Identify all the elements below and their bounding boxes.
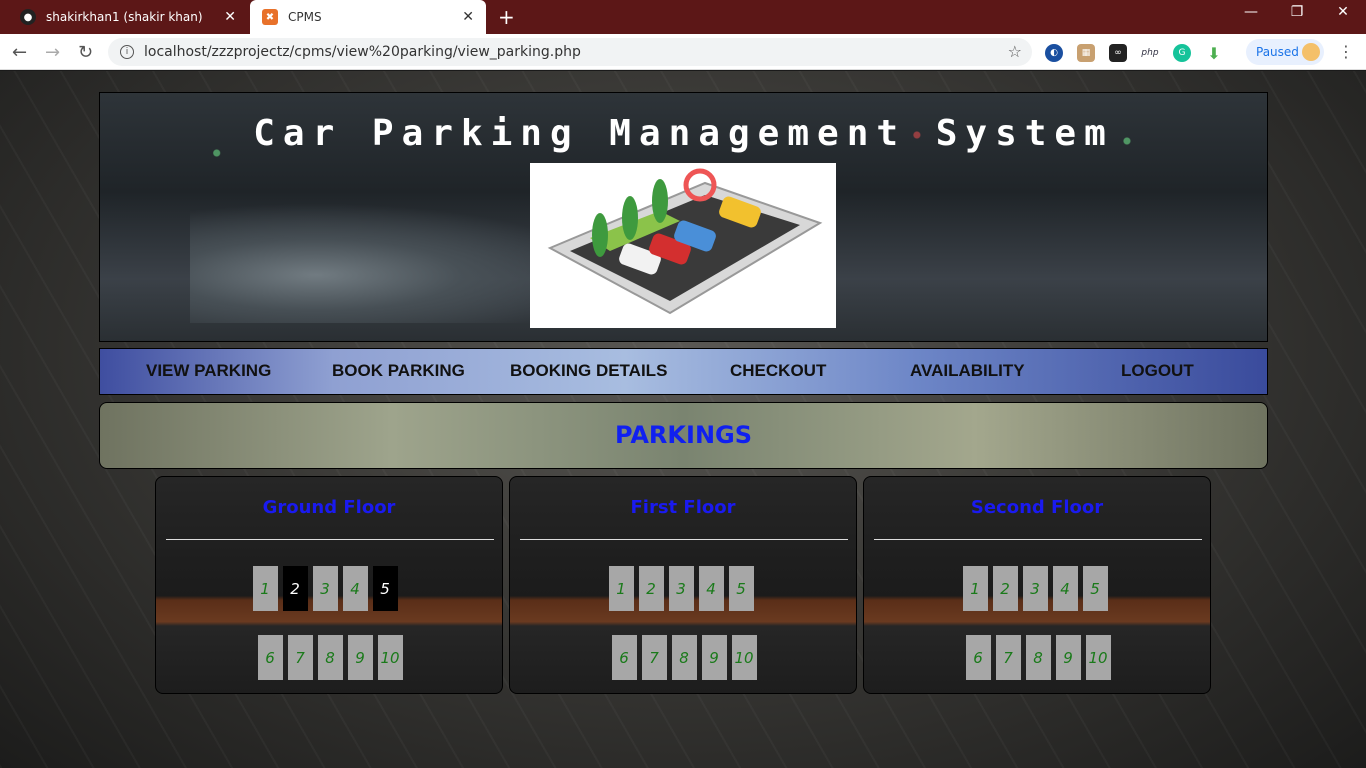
xampp-icon: ✖ bbox=[262, 9, 278, 25]
grammarly-icon[interactable]: G bbox=[1173, 44, 1191, 62]
parking-slot[interactable]: 1 bbox=[252, 566, 278, 611]
parking-slot[interactable]: 9 bbox=[701, 635, 727, 680]
extension-icon[interactable]: ▦ bbox=[1077, 44, 1095, 62]
slot-row: 1 2 3 4 5 bbox=[510, 566, 856, 611]
parking-slot[interactable]: 1 bbox=[962, 566, 988, 611]
parking-slot[interactable]: 10 bbox=[377, 635, 403, 680]
site-title: Car Parking Management System bbox=[253, 113, 1114, 154]
nav-availability[interactable]: AVAILABILITY bbox=[910, 361, 1025, 381]
parking-logo-image bbox=[530, 163, 836, 328]
parking-slot[interactable]: 3 bbox=[1022, 566, 1048, 611]
extension-icon[interactable]: ◐ bbox=[1045, 44, 1063, 62]
address-bar-row: ← → ↻ i localhost/zzzprojectz/cpms/view%… bbox=[0, 34, 1366, 70]
reload-icon[interactable]: ↻ bbox=[78, 42, 93, 63]
parking-slot[interactable]: 3 bbox=[312, 566, 338, 611]
profile-button[interactable]: Paused bbox=[1246, 39, 1324, 65]
parking-slot[interactable]: 1 bbox=[608, 566, 634, 611]
parking-slot[interactable]: 8 bbox=[671, 635, 697, 680]
avatar bbox=[1302, 43, 1320, 61]
close-tab-icon[interactable]: ✕ bbox=[462, 9, 474, 25]
floor-panel-first: First Floor 1 2 3 4 5 6 7 8 9 10 bbox=[509, 476, 857, 694]
slot-row: 6 7 8 9 10 bbox=[156, 635, 502, 680]
parking-slot[interactable]: 4 bbox=[1052, 566, 1078, 611]
parking-slot[interactable]: 9 bbox=[1055, 635, 1081, 680]
download-extension-icon[interactable]: ⬇ bbox=[1205, 44, 1223, 63]
parking-slot[interactable]: 7 bbox=[641, 635, 667, 680]
parking-slot[interactable]: 9 bbox=[347, 635, 373, 680]
floor-title: Ground Floor bbox=[262, 497, 396, 518]
extension-icon[interactable]: ∞ bbox=[1109, 44, 1127, 62]
info-icon[interactable]: i bbox=[120, 45, 134, 59]
browser-tab-bar: ● shakirkhan1 (shakir khan) ✕ ✖ CPMS ✕ +… bbox=[0, 0, 1366, 34]
new-tab-icon[interactable]: + bbox=[498, 5, 515, 29]
parking-slot[interactable]: 6 bbox=[965, 635, 991, 680]
parking-slot[interactable]: 6 bbox=[257, 635, 283, 680]
parking-slot[interactable]: 5 bbox=[1082, 566, 1108, 611]
slot-row: 1 2 3 4 5 bbox=[156, 566, 502, 611]
menu-icon[interactable]: ⋮ bbox=[1338, 42, 1354, 61]
parking-slot[interactable]: 4 bbox=[698, 566, 724, 611]
parking-slot[interactable]: 10 bbox=[1085, 635, 1111, 680]
back-icon[interactable]: ← bbox=[12, 42, 27, 63]
parking-slot[interactable]: 10 bbox=[731, 635, 757, 680]
divider bbox=[520, 539, 848, 540]
parking-slot[interactable]: 7 bbox=[995, 635, 1021, 680]
parking-slot[interactable]: 4 bbox=[342, 566, 368, 611]
slot-row: 1 2 3 4 5 bbox=[864, 566, 1210, 611]
page-background: Car Parking Management System VIEW PARKI… bbox=[0, 71, 1366, 768]
browser-tab-cpms[interactable]: ✖ CPMS ✕ bbox=[250, 0, 486, 34]
php-extension-icon[interactable]: php bbox=[1141, 44, 1159, 62]
floor-title: Second Floor bbox=[970, 497, 1104, 518]
divider bbox=[874, 539, 1202, 540]
profile-status: Paused bbox=[1256, 45, 1299, 59]
parking-slot[interactable]: 2 bbox=[638, 566, 664, 611]
parking-slot[interactable]: 8 bbox=[1025, 635, 1051, 680]
parking-slot[interactable]: 8 bbox=[317, 635, 343, 680]
nav-logout[interactable]: LOGOUT bbox=[1121, 361, 1194, 381]
close-tab-icon[interactable]: ✕ bbox=[224, 9, 236, 25]
parking-slot-booked[interactable]: 5 bbox=[372, 566, 398, 611]
close-window-icon[interactable]: ✕ bbox=[1320, 4, 1366, 20]
nav-checkout[interactable]: CHECKOUT bbox=[730, 361, 826, 381]
nav-book-parking[interactable]: BOOK PARKING bbox=[332, 361, 465, 381]
github-icon: ● bbox=[20, 9, 36, 25]
bookmark-star-icon[interactable]: ☆ bbox=[1008, 42, 1022, 61]
divider bbox=[166, 539, 494, 540]
parking-slot[interactable]: 3 bbox=[668, 566, 694, 611]
main-navigation: VIEW PARKING BOOK PARKING BOOKING DETAIL… bbox=[99, 348, 1268, 395]
site-header: Car Parking Management System bbox=[99, 92, 1268, 342]
tab-title: shakirkhan1 (shakir khan) bbox=[46, 10, 203, 24]
nav-view-parking[interactable]: VIEW PARKING bbox=[146, 361, 271, 381]
parking-slot[interactable]: 2 bbox=[992, 566, 1018, 611]
parking-slot[interactable]: 7 bbox=[287, 635, 313, 680]
parking-slot[interactable]: 5 bbox=[728, 566, 754, 611]
restore-icon[interactable]: ❐ bbox=[1274, 4, 1320, 20]
section-header: PARKINGS bbox=[99, 402, 1268, 469]
section-title: PARKINGS bbox=[614, 421, 753, 449]
browser-tab-github[interactable]: ● shakirkhan1 (shakir khan) ✕ bbox=[8, 0, 248, 34]
floor-panel-second: Second Floor 1 2 3 4 5 6 7 8 9 10 bbox=[863, 476, 1211, 694]
floor-title: First Floor bbox=[630, 497, 736, 518]
tab-title: CPMS bbox=[288, 10, 322, 24]
floor-panel-ground: Ground Floor 1 2 3 4 5 6 7 8 9 10 bbox=[155, 476, 503, 694]
forward-icon[interactable]: → bbox=[45, 42, 60, 63]
minimize-icon[interactable]: — bbox=[1228, 4, 1274, 20]
url-field[interactable]: i localhost/zzzprojectz/cpms/view%20park… bbox=[108, 38, 1032, 66]
slot-row: 6 7 8 9 10 bbox=[510, 635, 856, 680]
parking-slot-booked[interactable]: 2 bbox=[282, 566, 308, 611]
nav-booking-details[interactable]: BOOKING DETAILS bbox=[510, 361, 667, 381]
url-text: localhost/zzzprojectz/cpms/view%20parkin… bbox=[144, 44, 581, 60]
parking-slot[interactable]: 6 bbox=[611, 635, 637, 680]
slot-row: 6 7 8 9 10 bbox=[864, 635, 1210, 680]
